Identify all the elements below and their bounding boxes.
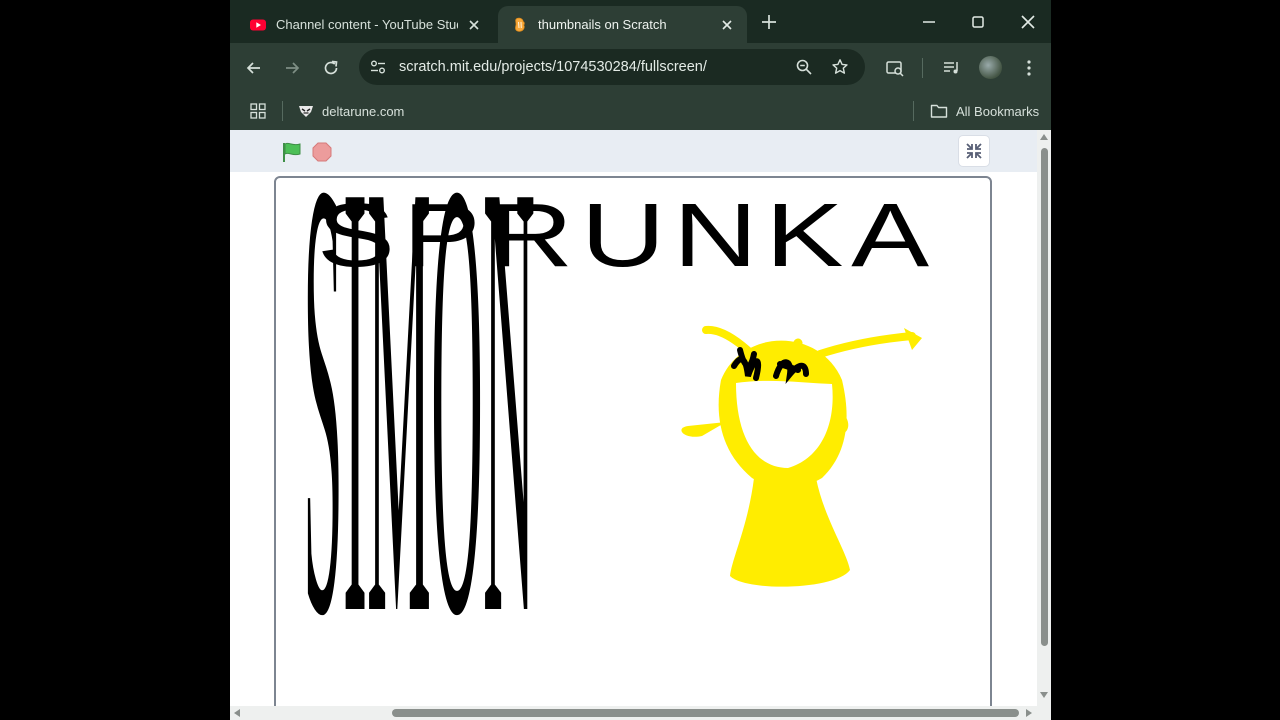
scroll-down-icon[interactable]: [1040, 692, 1048, 698]
all-bookmarks-label: All Bookmarks: [956, 103, 1040, 119]
tab-scratch[interactable]: thumbnails on Scratch: [498, 6, 747, 43]
media-controls-icon[interactable]: [942, 58, 962, 78]
character-body: [730, 478, 850, 587]
maximize-icon[interactable]: [969, 13, 987, 31]
back-arrow-icon[interactable]: [244, 58, 264, 78]
minimize-icon[interactable]: [920, 13, 938, 31]
folder-icon: [930, 104, 948, 118]
scroll-right-icon[interactable]: [1026, 709, 1032, 717]
character-left-arm: [681, 422, 726, 437]
new-tab-icon[interactable]: [760, 13, 778, 31]
project-stage[interactable]: SPRUNKA SIMON: [274, 176, 992, 706]
address-bar[interactable]: scratch.mit.edu/projects/1074530284/full…: [359, 49, 865, 85]
bookmark-label: deltarune.com: [322, 103, 405, 119]
toolbar-divider: [922, 58, 923, 78]
bookmark-star-icon[interactable]: [831, 58, 849, 76]
bookmarks-divider: [913, 101, 914, 121]
url-text: scratch.mit.edu/projects/1074530284/full…: [399, 59, 707, 75]
bookmarks-bar: deltarune.com All Bookmarks: [230, 93, 1051, 130]
browser-window: Channel content - YouTube Studio thumbna…: [230, 0, 1051, 720]
close-tab-icon[interactable]: [466, 17, 482, 33]
more-menu-icon[interactable]: [1019, 58, 1039, 78]
green-flag-icon[interactable]: [281, 141, 303, 163]
reload-icon[interactable]: [321, 58, 341, 78]
tab-title: thumbnails on Scratch: [538, 17, 667, 32]
deltarune-icon: [299, 106, 313, 117]
horizontal-scroll-thumb[interactable]: [392, 709, 1019, 717]
scratch-controls-bar: [230, 130, 1037, 172]
page-content: SPRUNKA SIMON: [230, 130, 1037, 706]
close-window-icon[interactable]: [1019, 13, 1037, 31]
forward-arrow-icon[interactable]: [282, 58, 302, 78]
bookmarks-divider: [282, 101, 283, 121]
all-bookmarks-button[interactable]: All Bookmarks: [930, 99, 1039, 123]
close-tab-icon[interactable]: [719, 17, 735, 33]
stage-canvas: SPRUNKA SIMON: [303, 178, 931, 706]
youtube-icon: [250, 19, 266, 30]
tab-youtube-studio[interactable]: Channel content - YouTube Studio: [236, 6, 494, 43]
toolbar: scratch.mit.edu/projects/1074530284/full…: [230, 43, 1051, 93]
bookmark-deltarune[interactable]: deltarune.com: [298, 99, 404, 123]
profile-avatar[interactable]: [979, 56, 1002, 79]
character-right-antenna: [816, 332, 916, 358]
stage-side-text: SIMON: [303, 178, 535, 706]
yellow-character-drawing: [681, 325, 922, 587]
scroll-left-icon[interactable]: [234, 709, 240, 717]
vertical-scrollbar[interactable]: [1037, 130, 1051, 706]
exit-fullscreen-button[interactable]: [959, 136, 989, 166]
tab-strip: Channel content - YouTube Studio thumbna…: [230, 0, 1051, 43]
zoom-icon[interactable]: [795, 58, 813, 76]
stop-icon[interactable]: [312, 142, 332, 162]
tab-title: Channel content - YouTube Studio: [276, 17, 458, 32]
exit-fullscreen-icon: [966, 143, 982, 159]
tab-search-icon[interactable]: [885, 58, 905, 78]
apps-grid-icon[interactable]: [249, 102, 267, 120]
site-settings-icon[interactable]: [369, 58, 387, 76]
scroll-up-icon[interactable]: [1040, 134, 1048, 140]
scratch-icon: [515, 17, 525, 32]
vertical-scroll-thumb[interactable]: [1041, 148, 1048, 646]
horizontal-scrollbar[interactable]: [230, 706, 1051, 720]
